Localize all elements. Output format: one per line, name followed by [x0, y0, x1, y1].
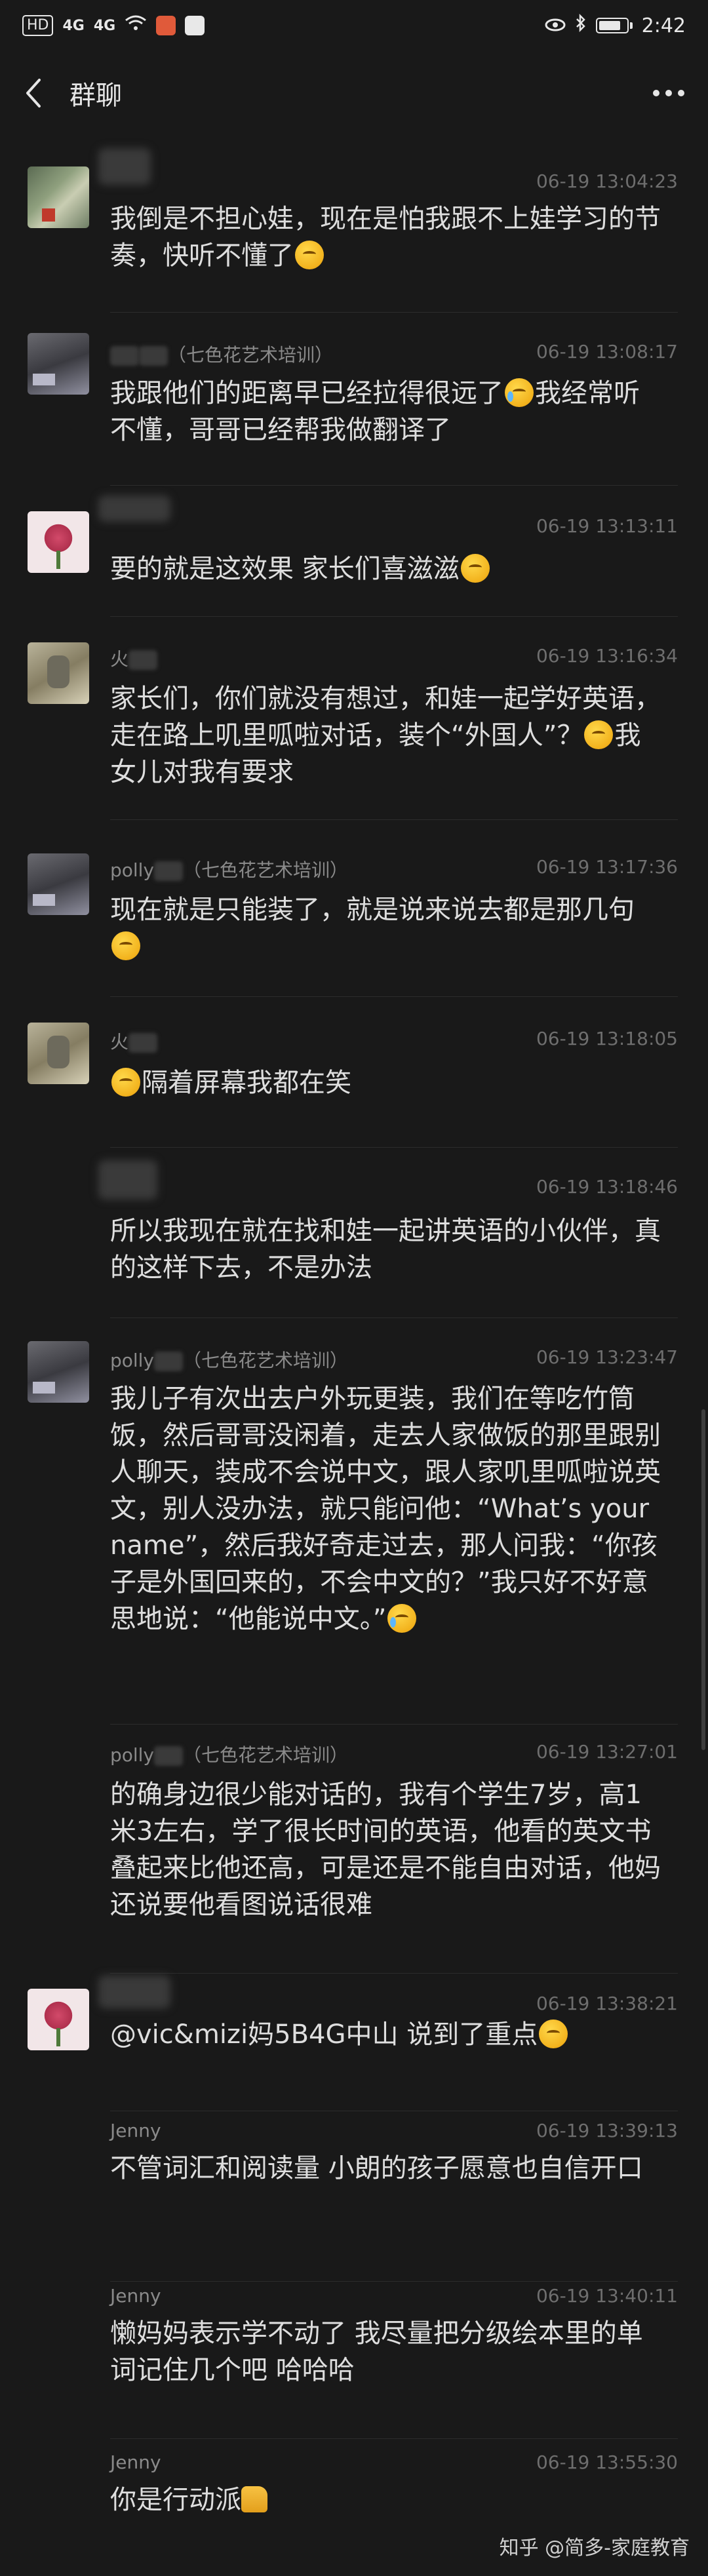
thinking-emoji-icon — [111, 1068, 140, 1097]
divider — [110, 1317, 678, 1318]
divider — [110, 312, 678, 313]
timestamp: 06-19 13:40:11 — [536, 2285, 678, 2307]
message-item: 06-19 13:38:21 @vic&mizi妈5B4G中山 说到了重点 — [0, 1973, 708, 2111]
app-notification-icon-2 — [185, 16, 205, 35]
message-item: （七色花艺术培训） 06-19 13:08:17 我跟他们的距离早已经拉得很远了… — [0, 312, 708, 485]
timestamp: 06-19 13:08:17 — [536, 341, 678, 362]
message-item: polly （七色花艺术培训） 06-19 13:27:01 的确身边很少能对话的… — [0, 1724, 708, 1973]
message-text: 我儿子有次出去户外玩更装，我们在等吃竹筒饭，然后哥哥没闲着，走去人家做饭的那里跟… — [110, 1384, 661, 1634]
divider — [110, 616, 678, 617]
avatar[interactable] — [28, 1341, 89, 1403]
hd-indicator: HD — [22, 15, 54, 36]
redacted-avatar — [98, 1160, 157, 1200]
status-time: 2:42 — [641, 14, 686, 37]
avatar[interactable] — [28, 853, 89, 915]
redacted-name — [98, 1976, 170, 2008]
timestamp: 06-19 13:23:47 — [536, 1346, 678, 1368]
timestamp: 06-19 13:27:01 — [536, 1741, 678, 1763]
redacted-name — [98, 496, 170, 522]
divider — [110, 1724, 678, 1725]
timestamp: 06-19 13:17:36 — [536, 856, 678, 878]
title-bar: 群聊 — [0, 51, 708, 135]
message-item: polly （七色花艺术培训） 06-19 13:17:36 现在就是只能装了，就… — [0, 819, 708, 996]
thinking-emoji-icon — [460, 554, 490, 583]
scrollbar[interactable] — [701, 1409, 705, 1750]
signal-icon: 4G — [62, 17, 85, 34]
signal-icon-2: 4G — [93, 17, 116, 34]
divider — [110, 996, 678, 997]
timestamp: 06-19 13:13:11 — [536, 515, 678, 537]
message-text: 懒妈妈表示学不动了 我尽量把分级绘本里的单词记住几个吧 哈哈哈 — [110, 2318, 643, 2385]
back-arrow-icon[interactable] — [24, 73, 50, 113]
avatar[interactable] — [28, 166, 89, 228]
message-text: 你是行动派 — [110, 2482, 665, 2518]
timestamp: 06-19 13:39:13 — [536, 2120, 678, 2141]
divider — [110, 485, 678, 486]
message-item: polly （七色花艺术培训） 06-19 13:23:47 我儿子有次出去户外玩… — [0, 1317, 708, 1724]
status-right: 2:42 — [545, 13, 686, 37]
sender-name: polly （七色花艺术培训） — [110, 1744, 349, 1766]
message-item: 06-19 13:18:46 所以我现在就在找和娃一起讲英语的小伙伴，真的这样下… — [0, 1147, 708, 1317]
timestamp: 06-19 13:38:21 — [536, 1993, 678, 2014]
message-text: @vic&mizi妈5B4G中山 说到了重点 — [110, 2016, 665, 2053]
timestamp: 06-19 13:16:34 — [536, 645, 678, 667]
timestamp: 06-19 13:18:05 — [536, 1028, 678, 1049]
thinking-emoji-icon — [295, 241, 324, 269]
sender-name: 火 — [110, 645, 158, 671]
avatar[interactable] — [28, 1989, 89, 2050]
message-text: 现在就是只能装了，就是说来说去都是那几句 — [110, 891, 665, 965]
bluetooth-icon — [575, 13, 587, 37]
message-item: 火 06-19 13:18:05 隔着屏幕我都在笑 — [0, 996, 708, 1147]
crying-emoji-icon — [387, 1604, 417, 1633]
message-text: 家长们，你们就没有想过，和娃一起学好英语，走在路上叽里呱啦对话，装个“外国人”？… — [110, 684, 661, 787]
battery-icon — [595, 18, 633, 33]
divider — [110, 819, 678, 820]
watermark: 知乎 @简多-家庭教育 — [499, 2537, 690, 2560]
divider — [110, 1973, 678, 1974]
divider — [110, 2438, 678, 2439]
eye-icon — [545, 14, 566, 37]
thumbs-up-icon — [241, 2486, 267, 2512]
more-options-icon[interactable] — [653, 77, 684, 109]
timestamp: 06-19 13:55:30 — [536, 2451, 678, 2473]
avatar[interactable] — [28, 1023, 89, 1084]
timestamp: 06-19 13:18:46 — [536, 1176, 678, 1198]
message-text: 隔着屏幕我都在笑 — [110, 1064, 665, 1101]
divider — [110, 2281, 678, 2282]
laughing-tears-emoji-icon — [505, 378, 534, 407]
status-left: HD 4G 4G — [22, 14, 205, 37]
message-text: 我跟他们的距离早已经拉得很远了 我经常听不懂，哥哥已经帮我做翻译了 — [110, 378, 640, 445]
message-item: 06-19 13:13:11 要的就是这效果 家长们喜滋滋 — [0, 485, 708, 616]
avatar[interactable] — [28, 511, 89, 573]
sender-name: Jenny — [110, 2285, 161, 2307]
timestamp: 06-19 13:04:23 — [536, 170, 678, 192]
thinking-emoji-icon — [584, 720, 614, 749]
thinking-emoji-icon — [111, 931, 140, 960]
redacted-name — [98, 148, 151, 185]
avatar[interactable] — [28, 333, 89, 395]
sender-name: （七色花艺术培训） — [110, 341, 333, 367]
page-title: 群聊 — [69, 81, 122, 111]
thinking-emoji-icon — [539, 2020, 568, 2048]
sender-name: Jenny — [110, 2120, 161, 2141]
message-item: Jenny 06-19 13:40:11 懒妈妈表示学不动了 我尽量把分级绘本里… — [0, 2281, 708, 2438]
sender-name: Jenny — [110, 2451, 161, 2473]
app-notification-icon — [156, 16, 176, 35]
message-text: 不管词汇和阅读量 小朗的孩子愿意也自信开口 — [110, 2153, 643, 2183]
status-bar: HD 4G 4G 2:42 — [0, 0, 708, 51]
message-item: 06-19 13:04:23 我倒是不担心娃，现在是怕我跟不上娃学习的节奏，快听… — [0, 135, 708, 312]
avatar[interactable] — [28, 642, 89, 704]
message-item: Jenny 06-19 13:39:13 不管词汇和阅读量 小朗的孩子愿意也自信… — [0, 2111, 708, 2281]
message-text: 要的就是这效果 家长们喜滋滋 — [110, 551, 665, 587]
sender-name: 火 — [110, 1028, 158, 1054]
wifi-icon — [125, 14, 147, 37]
message-text: 所以我现在就在找和娃一起讲英语的小伙伴，真的这样下去，不是办法 — [110, 1216, 661, 1283]
message-text: 的确身边很少能对话的，我有个学生7岁，高1米3左右，学了很长时间的英语，他看的英… — [110, 1780, 661, 1920]
divider — [110, 1147, 678, 1148]
message-text: 我倒是不担心娃，现在是怕我跟不上娃学习的节奏，快听不懂了 — [110, 204, 661, 271]
message-item: 火 06-19 13:16:34 家长们，你们就没有想过，和娃一起学好英语，走在… — [0, 616, 708, 819]
sender-name: polly （七色花艺术培训） — [110, 1350, 349, 1371]
sender-name: polly （七色花艺术培训） — [110, 859, 349, 881]
